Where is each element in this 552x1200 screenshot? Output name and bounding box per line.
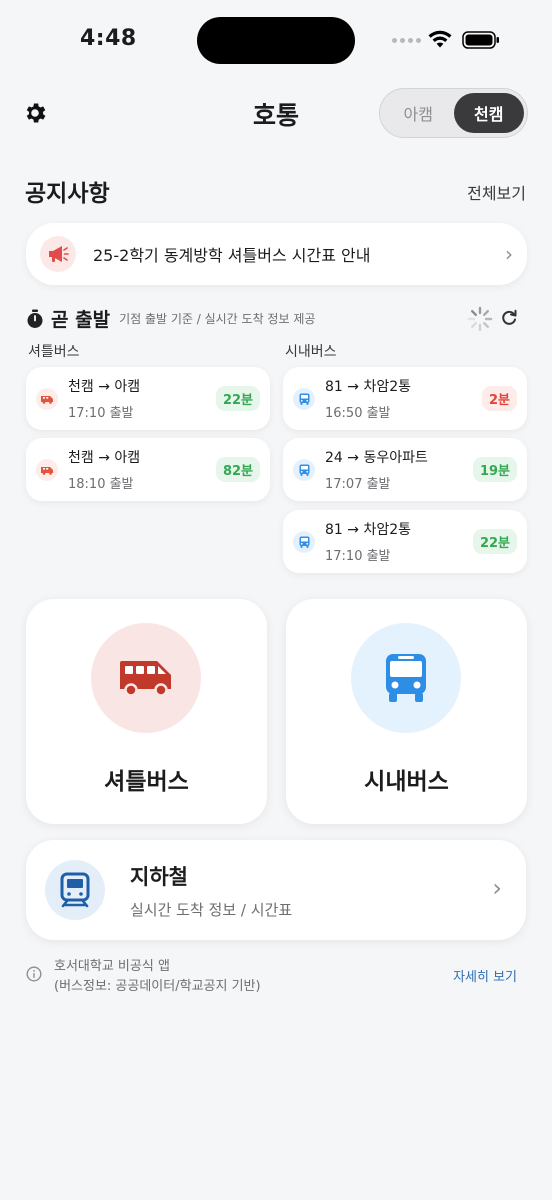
city-column-label: 시내버스 <box>285 344 337 360</box>
campus-option-a[interactable]: 아캠 <box>383 93 454 133</box>
chevron-right-icon: › <box>492 874 502 902</box>
shuttle-departure-card[interactable]: 천캠 → 아캠 18:10 출발 82분 <box>26 438 270 501</box>
signal-dots-icon <box>392 38 421 43</box>
subway-train-icon <box>45 860 105 920</box>
megaphone-icon <box>40 236 76 272</box>
departure-route: 24 → 동우아파트 <box>325 450 428 466</box>
wifi-icon <box>428 30 452 48</box>
departures-title: 곧 출발 <box>51 309 111 331</box>
city-bus-departure-card[interactable]: 24 → 동우아파트 17:07 출발 19분 <box>283 438 527 501</box>
battery-icon <box>462 31 499 49</box>
city-bus-icon <box>293 458 315 481</box>
refresh-icon[interactable] <box>500 309 518 327</box>
info-icon <box>26 966 42 982</box>
details-link[interactable]: 자세히 보기 <box>453 966 517 985</box>
footer-info: 호서대학교 비공식 앱 (버스정보: 공공데이터/학교공지 기반) <box>54 957 261 997</box>
departure-time: 18:10 출발 <box>68 477 134 492</box>
departure-time: 17:10 출발 <box>325 549 391 564</box>
city-bus-departure-card[interactable]: 81 → 차암2통 17:10 출발 22분 <box>283 510 527 573</box>
campus-option-b[interactable]: 천캠 <box>453 93 524 133</box>
loading-spinner-icon <box>467 306 493 332</box>
remaining-time-badge: 82분 <box>215 457 260 482</box>
shuttle-van-icon <box>91 623 201 733</box>
departure-route: 81 → 차암2통 <box>325 522 411 538</box>
notice-section-title: 공지사항 <box>25 181 110 207</box>
city-bus-icon <box>293 530 315 553</box>
remaining-time-badge: 19분 <box>472 457 517 482</box>
remaining-time-badge: 22분 <box>472 529 517 554</box>
subway-subtitle: 실시간 도착 정보 / 시간표 <box>130 901 293 919</box>
shuttle-departure-card[interactable]: 천캠 → 아캠 17:10 출발 22분 <box>26 367 270 430</box>
status-time: 4:48 <box>80 26 137 51</box>
chevron-right-icon: › <box>505 242 513 266</box>
notice-item-text: 25-2학기 동계방학 셔틀버스 시간표 안내 <box>93 246 371 265</box>
city-bus-departure-card[interactable]: 81 → 차암2통 16:50 출발 2분 <box>283 367 527 430</box>
subway-title: 지하철 <box>130 865 188 889</box>
city-bus-icon <box>351 623 461 733</box>
departure-route: 81 → 차암2통 <box>325 379 411 395</box>
footer-line-1: 호서대학교 비공식 앱 <box>54 959 170 974</box>
shuttle-bus-tile-label: 셔틀버스 <box>104 769 189 795</box>
remaining-time-badge: 22분 <box>215 386 260 411</box>
footer-line-2: (버스정보: 공공데이터/학교공지 기반) <box>54 979 261 994</box>
remaining-time-badge: 2분 <box>481 386 517 411</box>
city-bus-icon <box>293 387 315 410</box>
shuttle-bus-tile[interactable]: 셔틀버스 <box>26 599 267 824</box>
see-all-link[interactable]: 전체보기 <box>467 180 526 204</box>
notice-card[interactable]: 25-2학기 동계방학 셔틀버스 시간표 안내 › <box>26 223 527 285</box>
departures-subtitle: 기점 출발 기준 / 실시간 도착 정보 제공 <box>119 312 316 326</box>
departure-time: 16:50 출발 <box>325 406 391 421</box>
departure-time: 17:10 출발 <box>68 406 134 421</box>
shuttle-van-icon <box>36 387 58 410</box>
campus-toggle[interactable]: 아캠 천캠 <box>379 88 528 138</box>
departure-time: 17:07 출발 <box>325 477 391 492</box>
departure-route: 천캠 → 아캠 <box>68 450 141 466</box>
shuttle-van-icon <box>36 458 58 481</box>
dynamic-island <box>197 17 355 64</box>
city-bus-tile[interactable]: 시내버스 <box>286 599 527 824</box>
stopwatch-icon <box>27 309 43 328</box>
departures-header: 곧 출발 기점 출발 기준 / 실시간 도착 정보 제공 <box>26 305 315 332</box>
subway-card[interactable]: 지하철 실시간 도착 정보 / 시간표 › <box>26 840 526 940</box>
shuttle-column-label: 셔틀버스 <box>28 344 80 360</box>
departure-route: 천캠 → 아캠 <box>68 379 141 395</box>
city-bus-tile-label: 시내버스 <box>364 769 449 795</box>
